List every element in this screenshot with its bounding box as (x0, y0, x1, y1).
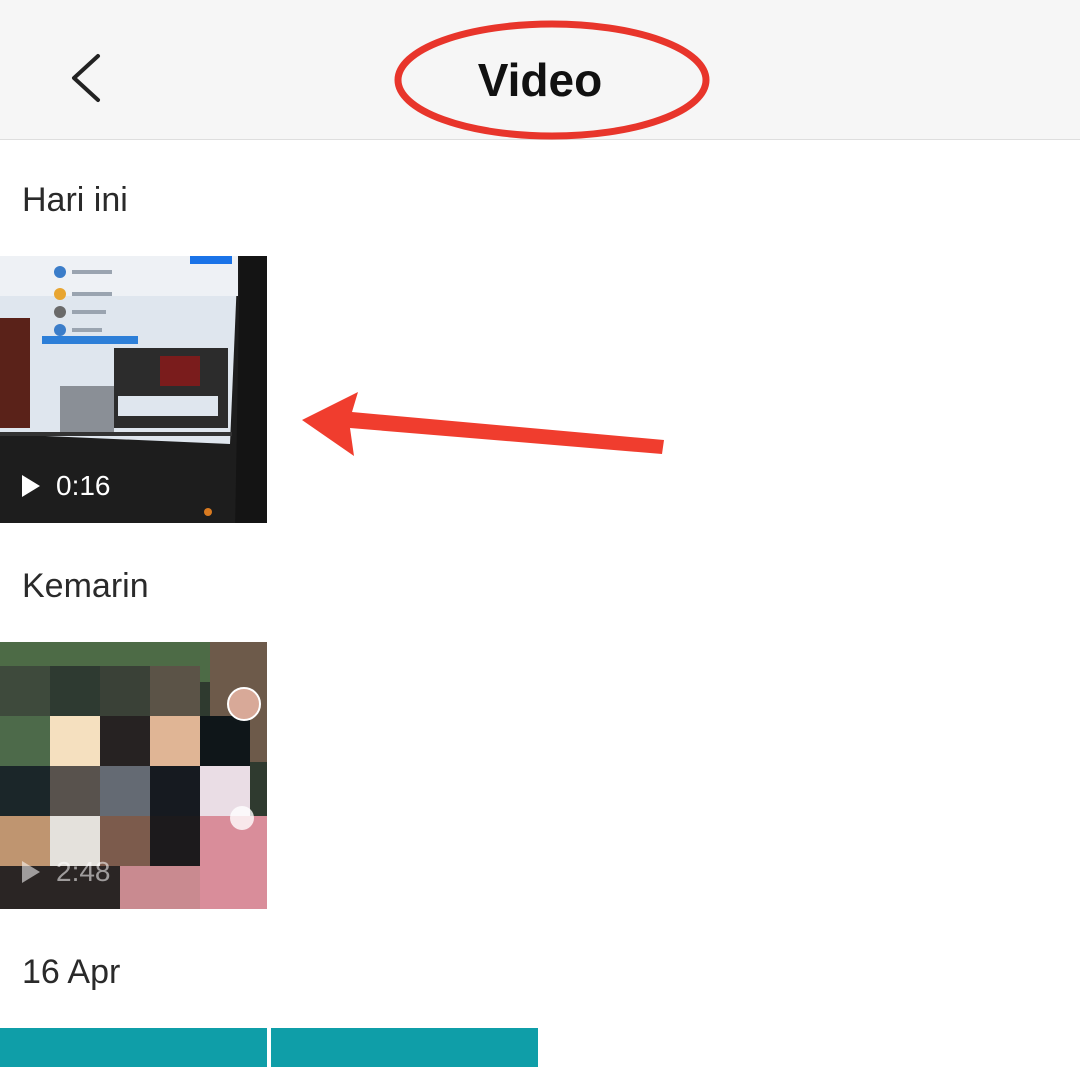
video-thumbnail[interactable] (0, 1028, 267, 1067)
video-meta: 2:48 (20, 857, 111, 887)
play-icon (22, 861, 40, 883)
section-label-today: Hari ini (22, 181, 128, 219)
video-duration: 0:16 (56, 470, 111, 501)
video-duration: 2:48 (56, 856, 111, 887)
video-thumbnail[interactable]: 0:16 (0, 256, 267, 523)
video-thumbnail[interactable]: 2:48 (0, 642, 267, 909)
video-meta: 0:16 (20, 471, 111, 501)
play-icon (22, 475, 40, 497)
section-label-date: 16 Apr (22, 953, 121, 991)
page-title: Video (477, 54, 603, 106)
video-thumbnail[interactable] (271, 1028, 538, 1067)
arrow-annotation (302, 392, 664, 456)
top-app-bar: Video (0, 0, 1080, 140)
section-label-yesterday: Kemarin (22, 567, 149, 605)
